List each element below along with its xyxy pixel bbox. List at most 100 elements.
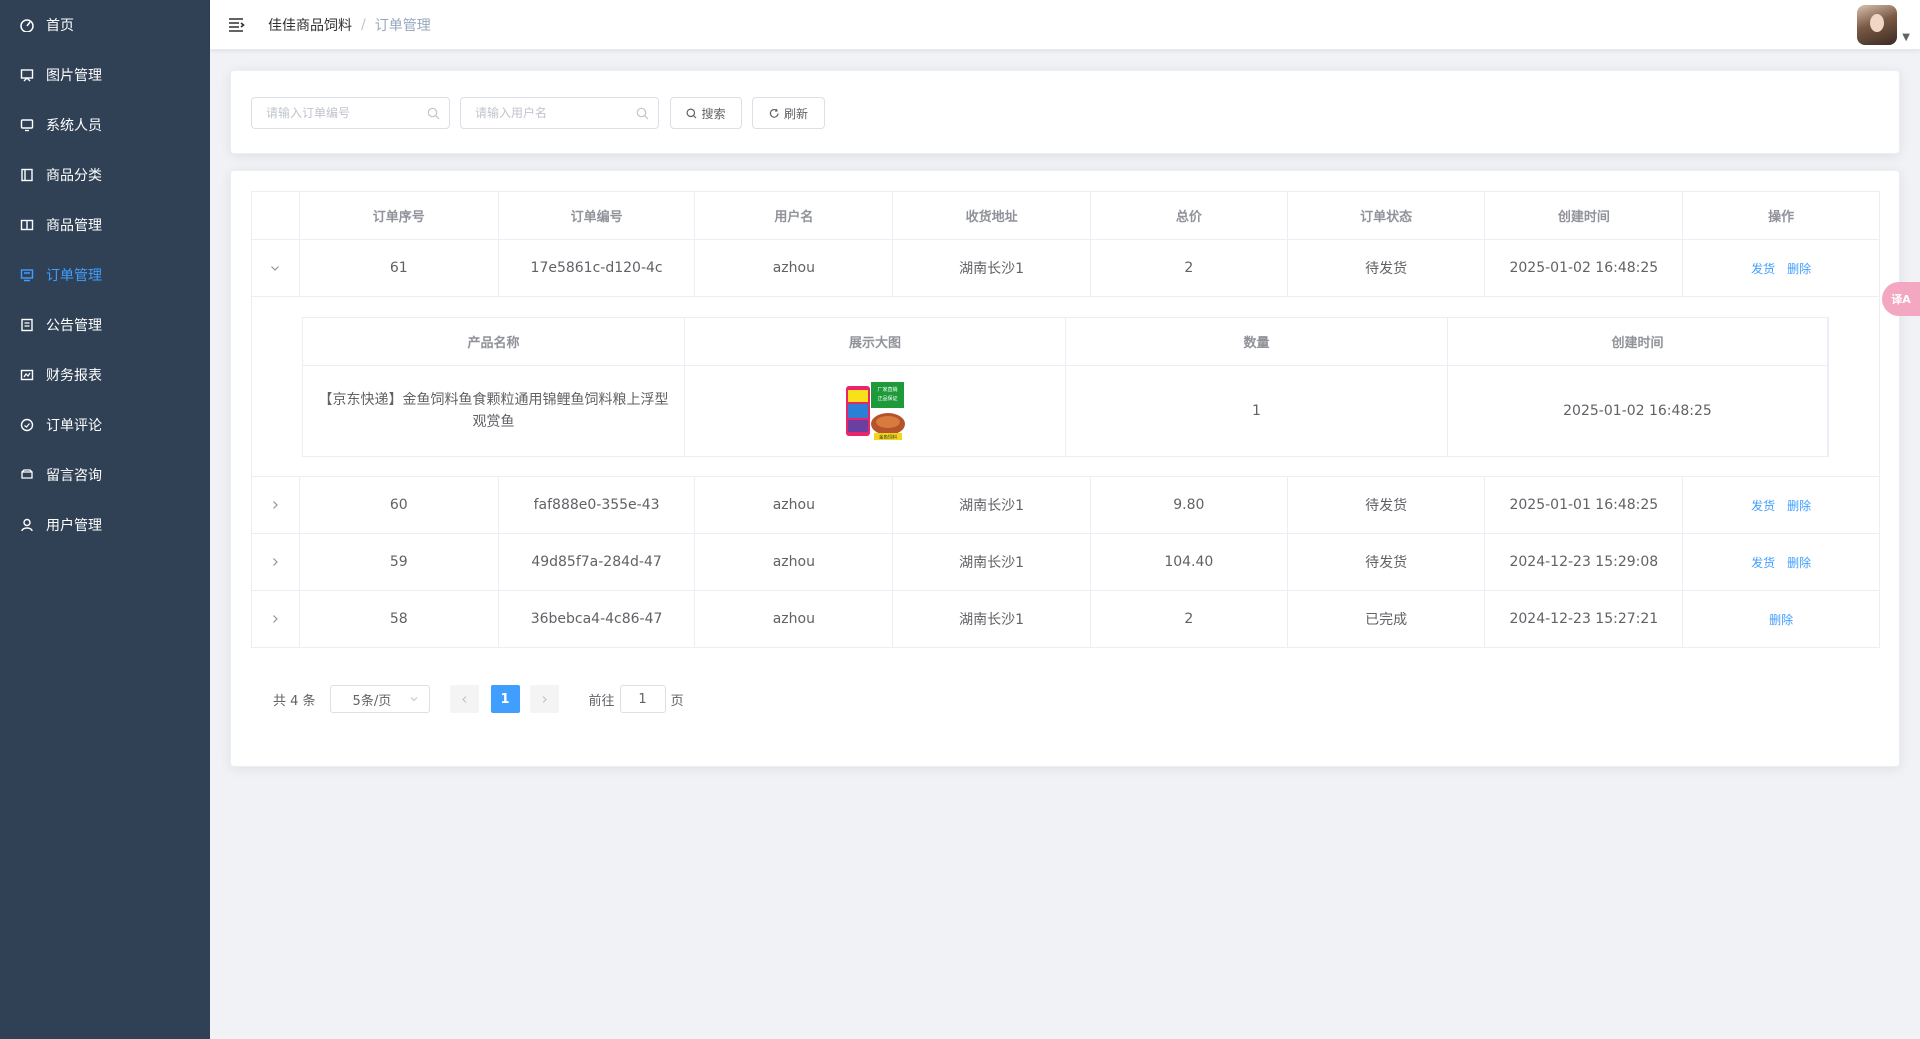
order-icon	[20, 268, 34, 282]
delete-button[interactable]: 删除	[1769, 611, 1793, 628]
sidebar-item-orders[interactable]: 订单管理	[0, 250, 210, 300]
chevron-right-icon[interactable]	[269, 556, 281, 568]
user-menu[interactable]: ▼	[1857, 5, 1910, 45]
column-header: 创建时间	[1448, 318, 1828, 365]
search-panel: 搜索 刷新	[230, 70, 1900, 154]
sidebar-item-images[interactable]: 图片管理	[0, 50, 210, 100]
table-row: 【京东快递】金鱼饲料鱼食颗粒通用锦鲤鱼饲料粮上浮型观赏鱼 厂家直销 正品保证 金…	[303, 366, 1828, 456]
chevron-down-icon[interactable]	[269, 262, 281, 274]
expand-cell	[252, 591, 300, 647]
ship-button[interactable]: 发货	[1751, 497, 1775, 514]
table-row: 61 17e5861c-d120-4c azhou 湖南长沙1 2 待发货 20…	[252, 240, 1879, 297]
sidebar-item-label: 商品分类	[46, 168, 102, 184]
user-icon	[20, 518, 34, 532]
sidebar-item-label: 图片管理	[46, 68, 102, 84]
refresh-button-label: 刷新	[783, 106, 808, 121]
actions-cell: 发货 删除	[1683, 534, 1879, 590]
column-header: 收货地址	[893, 192, 1091, 239]
created-cell: 2025-01-02 16:48:25	[1485, 240, 1684, 296]
order-no-search[interactable]	[251, 97, 450, 129]
sidebar-item-label: 订单管理	[46, 268, 102, 284]
column-header: 操作	[1768, 210, 1795, 225]
refresh-button[interactable]: 刷新	[752, 97, 825, 129]
avatar[interactable]	[1857, 5, 1898, 45]
expand-cell	[252, 534, 300, 590]
ship-button[interactable]: 发货	[1751, 260, 1775, 277]
status-cell: 已完成	[1288, 591, 1486, 647]
order-no-cell: faf888e0-355e-43	[499, 477, 696, 533]
sidebar-item-messages[interactable]: 留言咨询	[0, 450, 210, 500]
order-detail-panel: 产品名称 展示大图 数量 创建时间 【京东快递】金鱼饲料鱼食颗粒通用锦鲤鱼饲料粮…	[252, 297, 1879, 477]
sidebar-item-label: 商品管理	[46, 218, 102, 234]
image-icon	[20, 68, 34, 82]
table-row: 59 49d85f7a-284d-47 azhou 湖南长沙1 104.40 待…	[252, 534, 1879, 591]
address-cell: 湖南长沙1	[893, 477, 1091, 533]
username-cell: azhou	[695, 591, 894, 647]
search-button-label: 搜索	[701, 106, 726, 121]
breadcrumb-home[interactable]: 佳佳商品饲料	[268, 15, 352, 35]
order-id-cell: 58	[300, 591, 499, 647]
monitor-icon	[20, 118, 34, 132]
actions-cell: 删除	[1683, 591, 1879, 647]
expand-cell	[252, 240, 300, 296]
table-header-row: 产品名称 展示大图 数量 创建时间	[303, 318, 1828, 366]
pagination-total: 共 4 条	[273, 693, 316, 709]
page-jumper: 前往 页	[589, 685, 684, 713]
goto-page-input[interactable]	[619, 685, 666, 713]
username-input[interactable]	[461, 98, 658, 128]
thumb-text: 厂家直销	[877, 386, 897, 393]
actions-cell: 发货 删除	[1683, 240, 1879, 296]
column-header: 总价	[1091, 192, 1288, 239]
chevron-left-icon	[461, 695, 466, 703]
delete-button[interactable]: 删除	[1787, 497, 1811, 514]
address-cell: 湖南长沙1	[893, 534, 1091, 590]
prev-page-button[interactable]	[449, 685, 479, 713]
delete-button[interactable]: 删除	[1787, 260, 1811, 277]
column-header: 订单状态	[1288, 192, 1486, 239]
page-suffix: 页	[670, 693, 684, 709]
sidebar-item-label: 订单评论	[46, 418, 102, 434]
product-image: 厂家直销 正品保证 金鱼饲料	[844, 380, 906, 442]
sidebar-item-home[interactable]: 首页	[0, 0, 210, 50]
sidebar-item-category[interactable]: 商品分类	[0, 150, 210, 200]
sidebar-item-users[interactable]: 用户管理	[0, 500, 210, 550]
delete-button[interactable]: 删除	[1787, 554, 1811, 571]
chevron-right-icon[interactable]	[269, 499, 281, 511]
sidebar-item-finance[interactable]: 财务报表	[0, 350, 210, 400]
sidebar-item-comments[interactable]: 订单评论	[0, 400, 210, 450]
translate-badge[interactable]: 译A	[1882, 282, 1920, 316]
order-id-cell: 60	[300, 477, 499, 533]
column-header: 产品名称	[303, 318, 685, 365]
total-cell: 9.80	[1091, 477, 1288, 533]
breadcrumb: 佳佳商品饲料 / 订单管理	[268, 15, 431, 35]
sidebar-item-notices[interactable]: 公告管理	[0, 300, 210, 350]
address-cell: 湖南长沙1	[893, 591, 1091, 647]
page-size-select[interactable]: 5条/页	[329, 685, 430, 713]
username-cell: azhou	[695, 477, 894, 533]
order-no-input[interactable]	[252, 98, 449, 128]
page-size-value: 5条/页	[352, 693, 392, 709]
expand-column-header	[252, 192, 300, 239]
order-no-cell: 36bebca4-4c86-47	[499, 591, 696, 647]
sidebar-item-products[interactable]: 商品管理	[0, 200, 210, 250]
address-cell: 湖南长沙1	[893, 240, 1091, 296]
page-number[interactable]: 1	[490, 685, 520, 713]
column-header: 订单编号	[499, 192, 696, 239]
search-icon	[686, 108, 697, 118]
breadcrumb-separator: /	[361, 16, 366, 33]
username-search[interactable]	[460, 97, 659, 129]
hamburger-icon[interactable]	[227, 16, 245, 34]
sidebar-item-label: 系统人员	[46, 118, 102, 134]
chevron-right-icon[interactable]	[269, 613, 281, 625]
ship-button[interactable]: 发货	[1751, 554, 1775, 571]
order-id-cell: 61	[300, 240, 499, 296]
breadcrumb-current: 订单管理	[374, 17, 431, 34]
product-thumbnail[interactable]: 厂家直销 正品保证 金鱼饲料	[844, 380, 906, 442]
chevron-down-icon	[410, 697, 417, 702]
next-page-button[interactable]	[529, 685, 559, 713]
chevron-right-icon	[542, 695, 547, 703]
product-icon	[20, 218, 34, 232]
sidebar-item-staff[interactable]: 系统人员	[0, 100, 210, 150]
category-icon	[20, 168, 34, 182]
search-button[interactable]: 搜索	[670, 97, 742, 129]
